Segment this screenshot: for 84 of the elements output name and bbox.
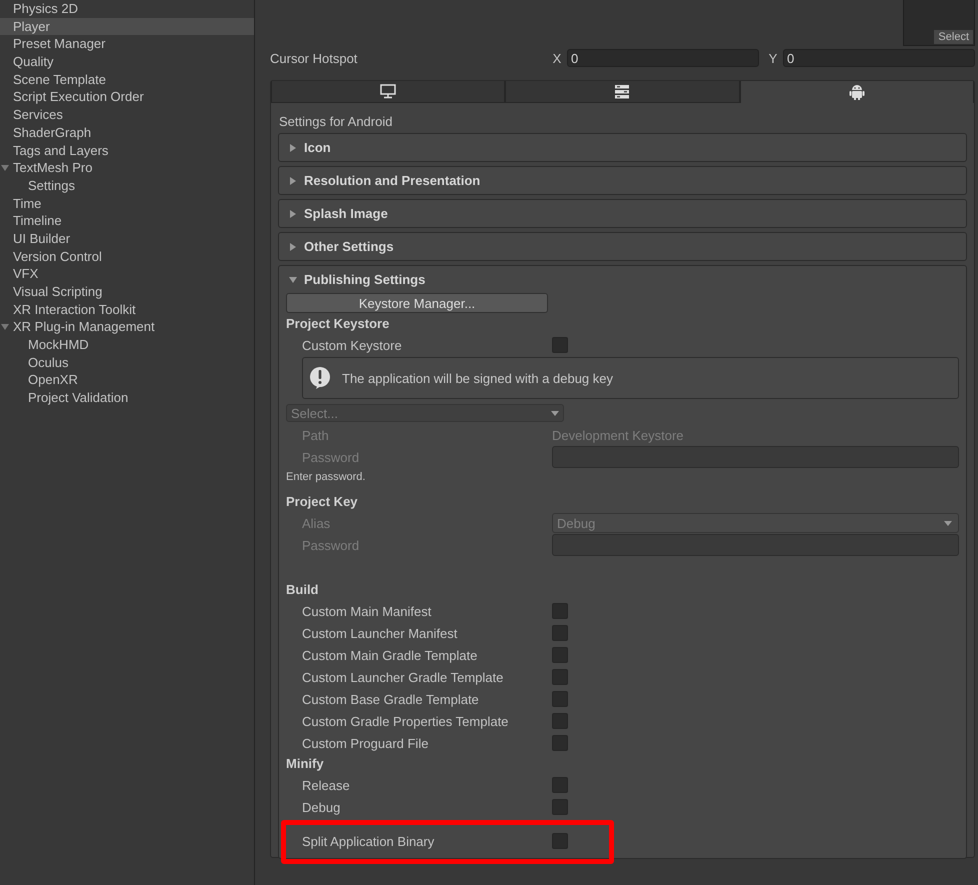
- field-label: Password: [301, 450, 360, 464]
- expand-arrow-icon: [1, 164, 9, 172]
- field-label: Cursor Hotspot: [270, 50, 358, 66]
- field-label: Custom Launcher Manifest: [301, 626, 458, 640]
- sidebar-item[interactable]: UI Builder: [0, 230, 254, 248]
- group-heading: Project Keystore: [286, 316, 390, 331]
- axis-label: Y: [768, 50, 778, 66]
- caret-icon: [944, 520, 952, 526]
- caret-icon: [551, 410, 559, 416]
- sidebar-item[interactable]: MockHMD: [0, 336, 254, 354]
- foldout-header[interactable]: Splash Image: [279, 200, 966, 227]
- sidebar-item[interactable]: XR Plug-in Management: [0, 318, 254, 336]
- checkbox[interactable]: [552, 777, 568, 793]
- field-label: Password: [301, 538, 360, 552]
- sidebar-item[interactable]: Oculus: [0, 354, 254, 372]
- y-input-field[interactable]: 0: [783, 49, 975, 67]
- checkbox[interactable]: [552, 337, 568, 353]
- field-label: Path: [301, 428, 330, 442]
- sidebar-item[interactable]: VFX: [0, 265, 254, 283]
- foldout-header[interactable]: Icon: [279, 134, 966, 161]
- foldout-header[interactable]: Resolution and Presentation: [279, 167, 966, 194]
- sidebar-item[interactable]: Tags and Layers: [0, 142, 254, 160]
- checkbox[interactable]: [552, 799, 568, 815]
- checkbox[interactable]: [552, 713, 568, 729]
- foldout-arrow-icon: [289, 242, 297, 250]
- field-label: Custom Proguard File: [301, 736, 430, 750]
- sidebar-item[interactable]: Timeline: [0, 212, 254, 230]
- foldout-arrow-icon: [289, 144, 297, 152]
- axis-label: X: [552, 50, 562, 66]
- platform-tab[interactable]: [505, 81, 740, 103]
- sidebar-item[interactable]: ShaderGraph: [0, 124, 254, 142]
- field-label: Custom Main Manifest: [301, 604, 432, 618]
- foldout-header[interactable]: Publishing Settings: [279, 266, 966, 293]
- select-button[interactable]: Select: [934, 30, 973, 44]
- foldout-arrow-icon: [289, 276, 297, 284]
- sidebar-item[interactable]: Scene Template: [0, 70, 254, 88]
- expand-arrow-icon: [1, 323, 9, 332]
- foldout-arrow-icon: [289, 210, 297, 218]
- sidebar-item[interactable]: Preset Manager: [0, 35, 254, 54]
- checkbox[interactable]: [552, 735, 568, 751]
- sidebar-item[interactable]: Services: [0, 106, 254, 124]
- sidebar-item[interactable]: Script Execution Order: [0, 88, 254, 106]
- sidebar-item[interactable]: Player: [0, 18, 254, 36]
- hint-text: Enter password.: [286, 471, 366, 483]
- x-input-field[interactable]: 0: [567, 49, 759, 67]
- checkbox[interactable]: [552, 669, 568, 685]
- group-heading: Build: [286, 582, 318, 597]
- sidebar-item[interactable]: Project Validation: [0, 389, 254, 407]
- checkbox[interactable]: [552, 625, 568, 641]
- foldout-header[interactable]: Other Settings: [279, 233, 966, 260]
- android-icon: [848, 84, 865, 100]
- field-label: Debug: [301, 800, 342, 814]
- checkbox[interactable]: [552, 691, 568, 707]
- keystore-manager-button[interactable]: Keystore Manager...: [286, 293, 548, 313]
- sidebar-item[interactable]: OpenXR: [0, 371, 254, 390]
- sidebar-item[interactable]: Settings: [0, 176, 254, 195]
- checkbox[interactable]: [552, 833, 568, 849]
- checkbox[interactable]: [552, 603, 568, 619]
- field-label: Custom Keystore: [301, 338, 403, 352]
- group-heading: Minify: [286, 756, 324, 771]
- sidebar-item[interactable]: Time: [0, 194, 254, 212]
- field-label: Custom Launcher Gradle Template: [301, 670, 504, 684]
- checkbox[interactable]: [552, 647, 568, 663]
- group-heading: Project Key: [286, 494, 358, 509]
- section-title: Settings for Android: [278, 113, 394, 131]
- sidebar-item[interactable]: Physics 2D: [0, 0, 254, 18]
- platform-tab[interactable]: [740, 81, 974, 103]
- field-label: Custom Main Gradle Template: [301, 648, 478, 662]
- foldout-arrow-icon: [289, 176, 297, 184]
- info-text: The application will be signed with a debug key: [342, 370, 614, 386]
- sidebar-item[interactable]: Quality: [0, 53, 254, 71]
- field-label: Alias: [301, 516, 332, 530]
- monitor-icon: [380, 84, 396, 100]
- field-label: Custom Gradle Properties Template: [301, 714, 510, 728]
- field-label: Release: [301, 778, 351, 792]
- server-icon: [614, 84, 630, 100]
- sidebar-item[interactable]: TextMesh Pro: [0, 159, 254, 177]
- field-label: Split Application Binary: [301, 834, 436, 848]
- sidebar-item[interactable]: XR Interaction Toolkit: [0, 300, 254, 318]
- exclamation-bubble-icon: [308, 366, 332, 390]
- sidebar-item[interactable]: Version Control: [0, 248, 254, 266]
- field-value: Development Keystore: [552, 428, 685, 442]
- sidebar-item[interactable]: Visual Scripting: [0, 283, 254, 301]
- field-label: Custom Base Gradle Template: [301, 692, 480, 706]
